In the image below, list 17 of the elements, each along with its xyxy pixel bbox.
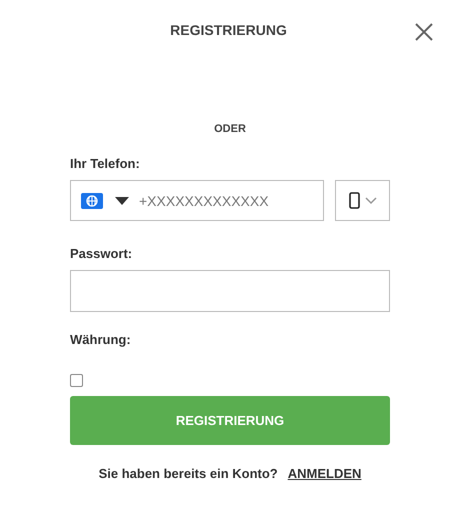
login-link[interactable]: ANMELDEN bbox=[288, 466, 362, 481]
field-label: Passwort: bbox=[70, 246, 134, 261]
close-icon[interactable] bbox=[415, 23, 433, 41]
phone-input[interactable]: +XXXXXXXXXXXXX bbox=[137, 192, 323, 210]
globe-icon[interactable] bbox=[81, 192, 103, 208]
caret-icon[interactable] bbox=[115, 196, 129, 204]
field-label: Ihr Telefon: bbox=[70, 156, 141, 171]
password-field[interactable] bbox=[70, 270, 390, 312]
footer-text: Sie haben bereits ein Konto? bbox=[98, 466, 278, 481]
device-select[interactable] bbox=[335, 180, 390, 221]
checkbox[interactable] bbox=[70, 374, 83, 387]
divider-text: ODER bbox=[214, 123, 246, 135]
phone-field[interactable]: +XXXXXXXXXXXXX bbox=[70, 180, 324, 221]
chevron-icon bbox=[364, 196, 376, 204]
phone-icon bbox=[348, 192, 360, 209]
dialog-title: REGISTRIERUNG bbox=[170, 22, 287, 40]
field-label: Währung: bbox=[70, 332, 132, 347]
